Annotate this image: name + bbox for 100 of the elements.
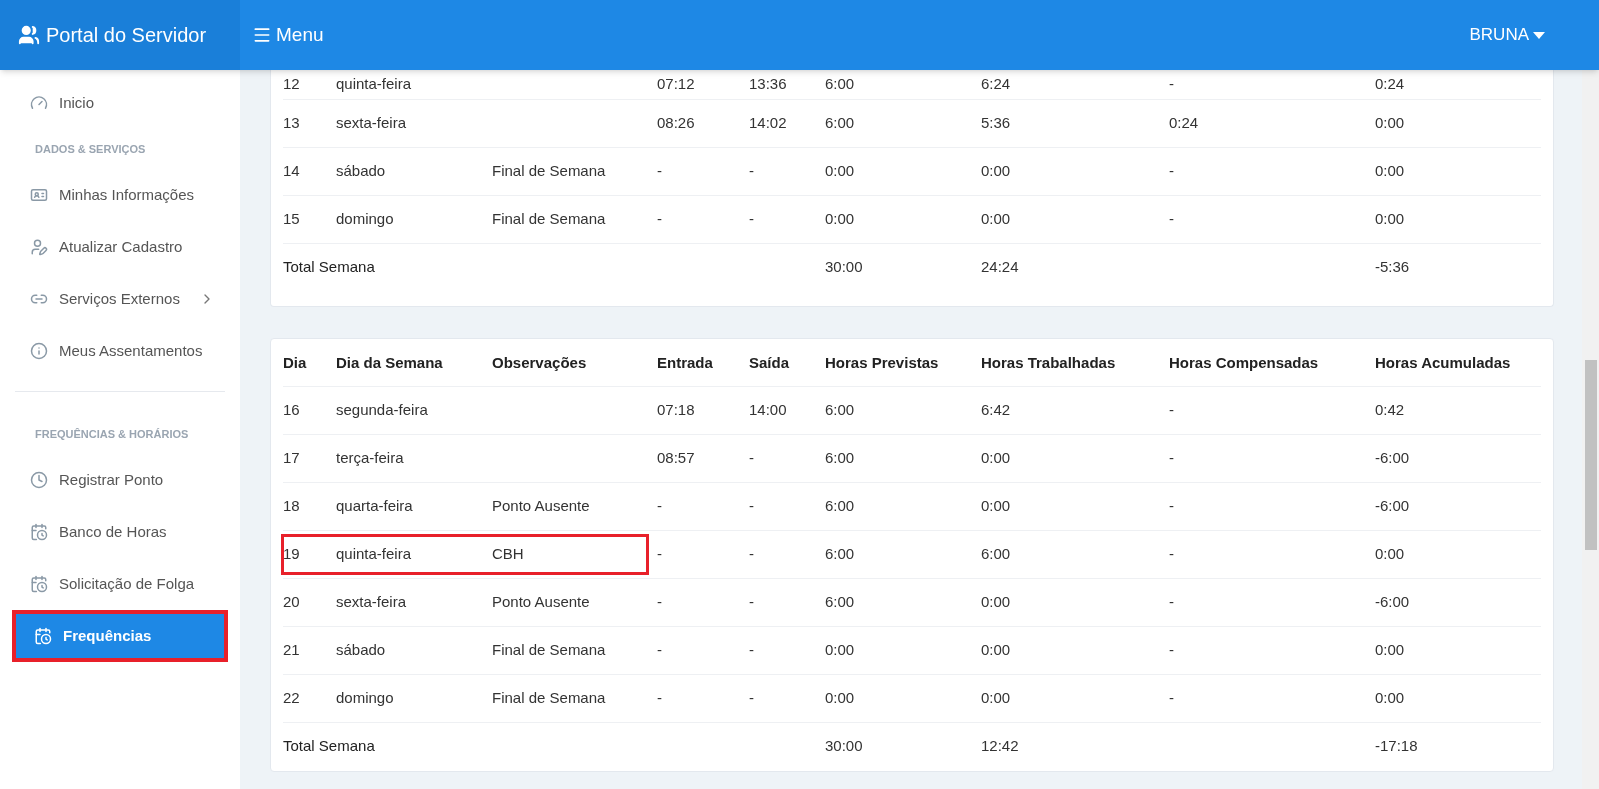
table-cell: Ponto Ausente (492, 497, 590, 515)
table-cell: 6:00 (825, 449, 855, 467)
table-cell: - (749, 641, 754, 659)
table-cell: - (1169, 593, 1174, 611)
table-cell: Ponto Ausente (492, 593, 590, 611)
table-cell: 6:24 (981, 75, 1011, 93)
table-cell: domingo (336, 210, 394, 228)
sidebar-item[interactable]: Frequências (12, 610, 228, 662)
gauge-icon (30, 94, 48, 112)
table-cell: -6:00 (1375, 449, 1410, 467)
table-cell: 20 (283, 593, 300, 611)
table-cell: - (657, 545, 662, 563)
calendar-clock-icon (34, 627, 52, 645)
table-cell: segunda-feira (336, 401, 428, 419)
sidebar-item[interactable]: Registrar Ponto (12, 454, 228, 506)
table-cell: 0:24 (1169, 114, 1199, 132)
user-menu[interactable]: BRUNA (1469, 0, 1545, 70)
column-header: Entrada (657, 353, 713, 371)
table-cell: 0:24 (1375, 75, 1405, 93)
table-cell: terça-feira (336, 449, 404, 467)
table-cell: 0:00 (981, 641, 1011, 659)
table-cell: -6:00 (1375, 593, 1410, 611)
table-cell: - (657, 210, 662, 228)
table-cell: -6:00 (1375, 497, 1410, 515)
table-cell: 6:00 (825, 497, 855, 515)
table-cell: -17:18 (1375, 737, 1418, 754)
table-cell: 0:42 (1375, 401, 1405, 419)
table-cell: - (749, 497, 754, 515)
table-cell: CBH (492, 545, 524, 563)
table-cell: - (749, 449, 754, 467)
brand-title: Portal do Servidor (46, 23, 207, 48)
table-cell: 6:00 (825, 75, 855, 93)
column-header: Saída (749, 353, 790, 371)
total-label: Total Semana (283, 258, 375, 275)
table-cell: - (1169, 401, 1174, 419)
table-cell: 0:00 (981, 497, 1011, 515)
column-header: Horas Trabalhadas (981, 353, 1116, 371)
table-cell: 6:00 (825, 114, 855, 132)
table-cell: Final de Semana (492, 162, 606, 180)
table-cell: 0:00 (825, 162, 855, 180)
table-cell: 08:26 (657, 114, 695, 132)
table-cell: - (657, 689, 662, 707)
column-header: Horas Acumuladas (1375, 353, 1511, 371)
column-header: Horas Previstas (825, 353, 939, 371)
table-cell: 0:00 (981, 210, 1011, 228)
table-cell: 6:00 (825, 593, 855, 611)
caret-icon (1533, 31, 1545, 39)
menu-button[interactable]: Menu (252, 0, 324, 70)
table-cell: 22 (283, 689, 300, 707)
column-header: Horas Compensadas (1169, 353, 1319, 371)
table-cell: 0:00 (825, 210, 855, 228)
table-cell: Final de Semana (492, 641, 606, 659)
table-cell: 13 (283, 114, 300, 132)
sidebar-item[interactable]: Serviços Externos (12, 273, 228, 325)
table-cell: 0:00 (981, 162, 1011, 180)
table-cell: quinta-feira (336, 75, 412, 93)
table-cell: - (749, 593, 754, 611)
table-cell: 16 (283, 401, 300, 419)
table-cell: Final de Semana (492, 689, 606, 707)
table-cell: sexta-feira (336, 114, 407, 132)
section-heading: DADOS & SERVIÇOS (34, 141, 147, 157)
table-cell: - (1169, 545, 1174, 563)
table-cell: 6:00 (825, 401, 855, 419)
table-cell: - (1169, 210, 1174, 228)
table-cell: - (657, 593, 662, 611)
table-cell: 0:00 (1375, 689, 1405, 707)
table-cell: - (657, 641, 662, 659)
section-heading: FREQUÊNCIAS & HORÁRIOS (34, 426, 190, 442)
table-cell: 13:36 (749, 75, 787, 93)
table-cell: quinta-feira (336, 545, 412, 563)
table-cell: 12:42 (981, 737, 1019, 754)
table-cell: sábado (336, 641, 386, 659)
table-cell: 0:00 (1375, 114, 1405, 132)
table-cell: 21 (283, 641, 300, 659)
table-cell: 15 (283, 210, 300, 228)
table-cell: 6:42 (981, 401, 1011, 419)
table-cell: 0:00 (825, 641, 855, 659)
column-header: Observações (492, 353, 587, 371)
table-cell: 14:00 (749, 401, 787, 419)
column-header: Dia da Semana (336, 353, 443, 371)
table-cell: 0:00 (981, 449, 1011, 467)
table-cell: 14 (283, 162, 300, 180)
table-cell: 0:00 (1375, 641, 1405, 659)
column-header: Dia (283, 353, 307, 371)
sidebar-item[interactable]: Atualizar Cadastro (12, 221, 228, 273)
sidebar-item[interactable]: Banco de Horas (12, 506, 228, 558)
table-cell: 5:36 (981, 114, 1011, 132)
user-edit-icon (30, 238, 48, 256)
sidebar-item[interactable]: Meus Assentamentos (12, 325, 228, 377)
sidebar-item[interactable]: Inicio (12, 77, 228, 129)
id-card-icon (30, 186, 48, 204)
sidebar-item[interactable]: Minhas Informações (12, 169, 228, 221)
sidebar-item[interactable]: Solicitação de Folga (12, 558, 228, 610)
table-cell: 24:24 (981, 258, 1019, 275)
table-cell: - (1169, 75, 1174, 93)
table-cell: 0:00 (981, 689, 1011, 707)
table-cell: 0:00 (1375, 210, 1405, 228)
table-cell: 0:00 (825, 689, 855, 707)
table-cell: 30:00 (825, 258, 863, 275)
total-label: Total Semana (283, 737, 375, 754)
